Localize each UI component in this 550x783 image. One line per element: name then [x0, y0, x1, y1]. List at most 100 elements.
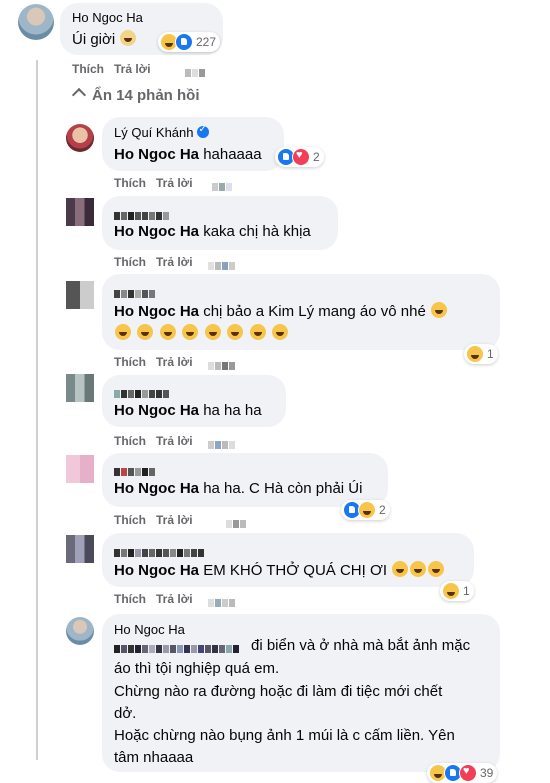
reply-text: Ho Ngoc Ha ha ha. C Hà còn phải Úi	[114, 480, 362, 497]
reply-text: Ho Ngoc Ha ha ha ha	[114, 402, 262, 419]
grinning-emoji-icon	[159, 324, 176, 340]
hide-replies-toggle[interactable]: Ẩn 14 phản hồi	[71, 87, 200, 104]
like-link[interactable]: Thích	[114, 255, 146, 269]
grinning-emoji-icon	[431, 302, 447, 318]
like-icon	[175, 33, 193, 51]
reply-actions: Thích Trả lời	[114, 592, 193, 606]
reply-text-content: chị bảo a Kim Lý mang áo vô nhé	[203, 303, 426, 320]
grinning-emoji-icon	[182, 324, 199, 340]
author-blur	[114, 285, 156, 298]
timestamp-blur	[208, 257, 236, 270]
reply-text-content: kaka chị hà khịa	[203, 223, 311, 240]
reply-text-line: Hoặc chừng nào bụng ảnh 1 múi là c cấm l…	[114, 727, 455, 744]
like-link[interactable]: Thích	[114, 355, 146, 369]
avatar[interactable]	[66, 617, 94, 645]
like-link[interactable]: Thích	[114, 176, 146, 190]
reply-text-line: dở.	[114, 705, 137, 722]
reply-text: Ho Ngoc Ha EM KHÓ THỞ QUÁ CHỊ ƠI	[114, 561, 445, 579]
like-link[interactable]: Thích	[114, 592, 146, 606]
avatar[interactable]	[66, 124, 94, 152]
reply-text-content: hahaaaa	[203, 146, 262, 163]
timestamp-blur	[212, 178, 233, 191]
reply-text: Ho Ngoc Ha kaka chị hà khịa	[114, 223, 311, 240]
reply-text-line: tâm nhaaaa	[114, 749, 194, 766]
grinning-emoji-icon	[137, 324, 154, 340]
mention-tag[interactable]: Ho Ngoc Ha	[114, 223, 199, 240]
reply-text-content: ha ha ha	[203, 402, 262, 419]
reply-text: Ho Ngoc Ha chị bảo a Kim Lý mang áo vô n…	[114, 302, 448, 320]
reaction-summary[interactable]: 1	[440, 581, 474, 601]
thread-line	[36, 60, 38, 760]
reply-text-content: EM KHÓ THỞ QUÁ CHỊ ƠI	[203, 562, 387, 579]
timestamp-blur	[208, 436, 236, 449]
love-icon	[292, 148, 310, 166]
like-link[interactable]: Thích	[114, 513, 146, 527]
rofl-emoji-icon	[428, 561, 445, 577]
timestamp-blur	[208, 357, 236, 370]
rofl-emoji-icon	[410, 561, 427, 577]
avatar[interactable]	[18, 4, 54, 40]
grinning-emoji-icon	[204, 324, 221, 340]
grinning-emoji-icon	[249, 324, 266, 340]
grinning-emoji-icon	[272, 324, 289, 340]
haha-icon	[358, 501, 376, 519]
reply-actions: Thích Trả lời	[114, 176, 193, 190]
avatar[interactable]	[66, 374, 94, 402]
timestamp-blur	[185, 64, 206, 77]
reaction-count: 1	[487, 347, 494, 361]
mention-blur	[114, 640, 240, 653]
emoji-row	[114, 324, 289, 343]
verified-badge-icon	[196, 124, 209, 138]
reply-actions: Thích Trả lời	[114, 434, 193, 448]
reply-link[interactable]: Trả lời	[114, 62, 151, 76]
mention-tag[interactable]: Ho Ngoc Ha	[114, 402, 199, 419]
reply-link[interactable]: Trả lời	[156, 176, 193, 190]
mention-tag[interactable]: Ho Ngoc Ha	[114, 480, 199, 497]
reaction-summary[interactable]: 39	[427, 763, 498, 783]
comment-author[interactable]: Ho Ngoc Ha	[72, 10, 143, 25]
reply-text-line: đi biển và ở nhà mà bắt ảnh mặc	[251, 637, 471, 654]
reply-actions: Thích Trả lời	[114, 255, 193, 269]
avatar[interactable]	[66, 281, 94, 309]
avatar[interactable]	[66, 198, 94, 226]
like-link[interactable]: Thích	[114, 434, 146, 448]
reaction-count: 39	[480, 766, 494, 780]
chevron-up-icon	[71, 87, 87, 103]
reaction-summary[interactable]: 2	[341, 500, 390, 520]
reaction-summary[interactable]: 227	[158, 32, 221, 52]
reply-text-line: Chừng nào ra đường hoặc đi làm đi tiệc m…	[114, 683, 443, 700]
author-blur	[114, 463, 156, 476]
mention-tag[interactable]: Ho Ngoc Ha	[114, 303, 199, 320]
haha-icon	[466, 345, 484, 363]
reply-link[interactable]: Trả lời	[156, 434, 193, 448]
reaction-count: 227	[196, 35, 217, 49]
reply-author[interactable]: Lý Quí Khánh	[114, 124, 209, 140]
reply-link[interactable]: Trả lời	[156, 355, 193, 369]
comment-text-content: Úi giời	[72, 31, 116, 48]
haha-icon	[442, 582, 460, 600]
timestamp-blur	[208, 594, 236, 607]
reply-link[interactable]: Trả lời	[156, 513, 193, 527]
grinning-emoji-icon	[115, 324, 131, 340]
mention-tag[interactable]: Ho Ngoc Ha	[114, 146, 199, 163]
mention-tag[interactable]: Ho Ngoc Ha	[114, 562, 199, 579]
reply-link[interactable]: Trả lời	[156, 592, 193, 606]
reply-author[interactable]: Ho Ngoc Ha	[114, 622, 185, 637]
love-icon	[459, 764, 477, 782]
reaction-count: 1	[463, 584, 470, 598]
timestamp-blur	[226, 515, 247, 528]
avatar[interactable]	[66, 535, 94, 563]
reaction-count: 2	[313, 150, 320, 164]
avatar[interactable]	[66, 455, 94, 483]
reply-link[interactable]: Trả lời	[156, 255, 193, 269]
author-blur	[114, 207, 194, 220]
reaction-count: 2	[379, 503, 386, 517]
reply-text-line: áo thì tội nghiệp quá em.	[114, 660, 280, 677]
reply-text-content: ha ha. C Hà còn phải Úi	[203, 480, 363, 497]
like-link[interactable]: Thích	[72, 62, 104, 76]
rofl-emoji-icon	[392, 561, 409, 577]
reply-actions: Thích Trả lời	[114, 513, 193, 527]
reply-text: Ho Ngoc Ha hahaaaa	[114, 146, 262, 163]
reaction-summary[interactable]: 2	[275, 147, 324, 167]
reaction-summary[interactable]: 1	[464, 344, 498, 364]
